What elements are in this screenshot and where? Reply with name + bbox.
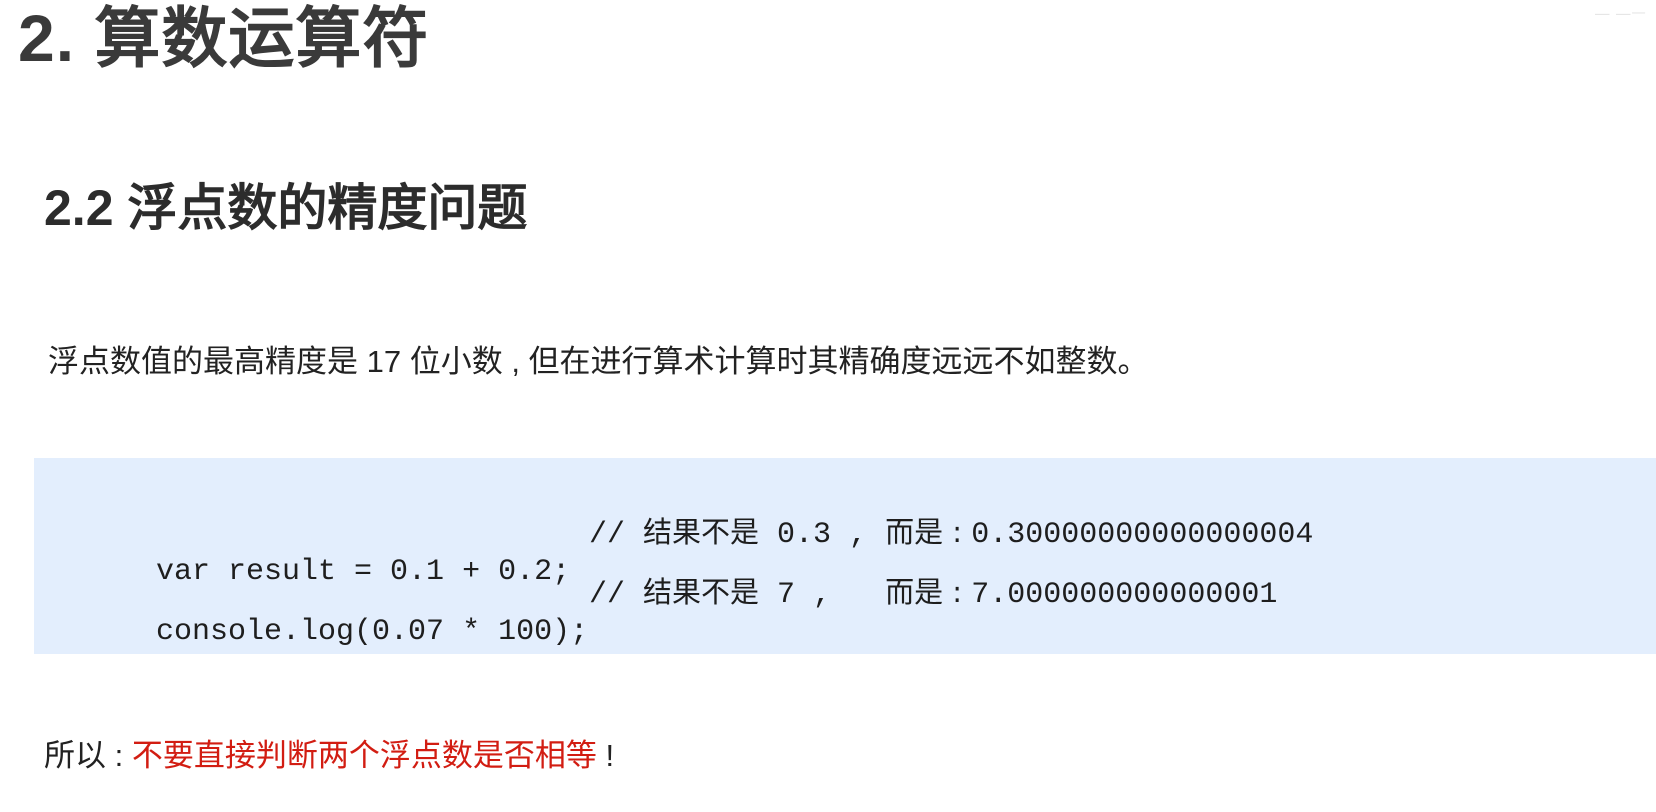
conclusion-warning: 不要直接判断两个浮点数是否相等 <box>131 738 597 773</box>
comment-prefix: // <box>589 578 644 612</box>
code-text: console.log(0.07 * 100); <box>156 615 589 649</box>
section-title: 2.2 浮点数的精度问题 <box>44 180 528 236</box>
intro-paragraph: 浮点数值的最高精度是 17 位小数 , 但在进行算术计算时其精确度远远不如整数。 <box>48 344 1149 379</box>
code-line-2: console.log(0.07 * 100); // 结果不是 7 , 而是 … <box>84 572 1277 732</box>
comment-zh: 结果不是 <box>643 575 760 609</box>
comment-prefix: // <box>589 518 644 552</box>
comment-value: 7 , <box>759 578 886 612</box>
page-title: 2. 算数运算符 <box>18 1 430 75</box>
comment-zh: 而是 : <box>885 515 972 549</box>
code-comment: // 结果不是 0.3 , 而是 : 0.30000000000000004 <box>589 512 1313 555</box>
code-comment: // 结果不是 7 , 而是 : 7.000000000000001 <box>589 572 1277 615</box>
comment-result: 7.000000000000001 <box>971 578 1278 612</box>
conclusion-suffix: ! <box>596 738 615 773</box>
comment-zh: 结果不是 <box>643 515 760 549</box>
conclusion-paragraph: 所以 : 不要直接判断两个浮点数是否相等 ! <box>44 736 614 776</box>
comment-result: 0.30000000000000004 <box>971 518 1314 552</box>
comment-value: 0.3 , <box>759 518 886 552</box>
conclusion-prefix: 所以 : <box>44 738 132 773</box>
code-block: var result = 0.1 + 0.2; // 结果不是 0.3 , 而是… <box>34 458 1656 654</box>
corner-watermark: — —ㅡ <box>1594 4 1646 23</box>
comment-zh: 而是 : <box>885 575 972 609</box>
